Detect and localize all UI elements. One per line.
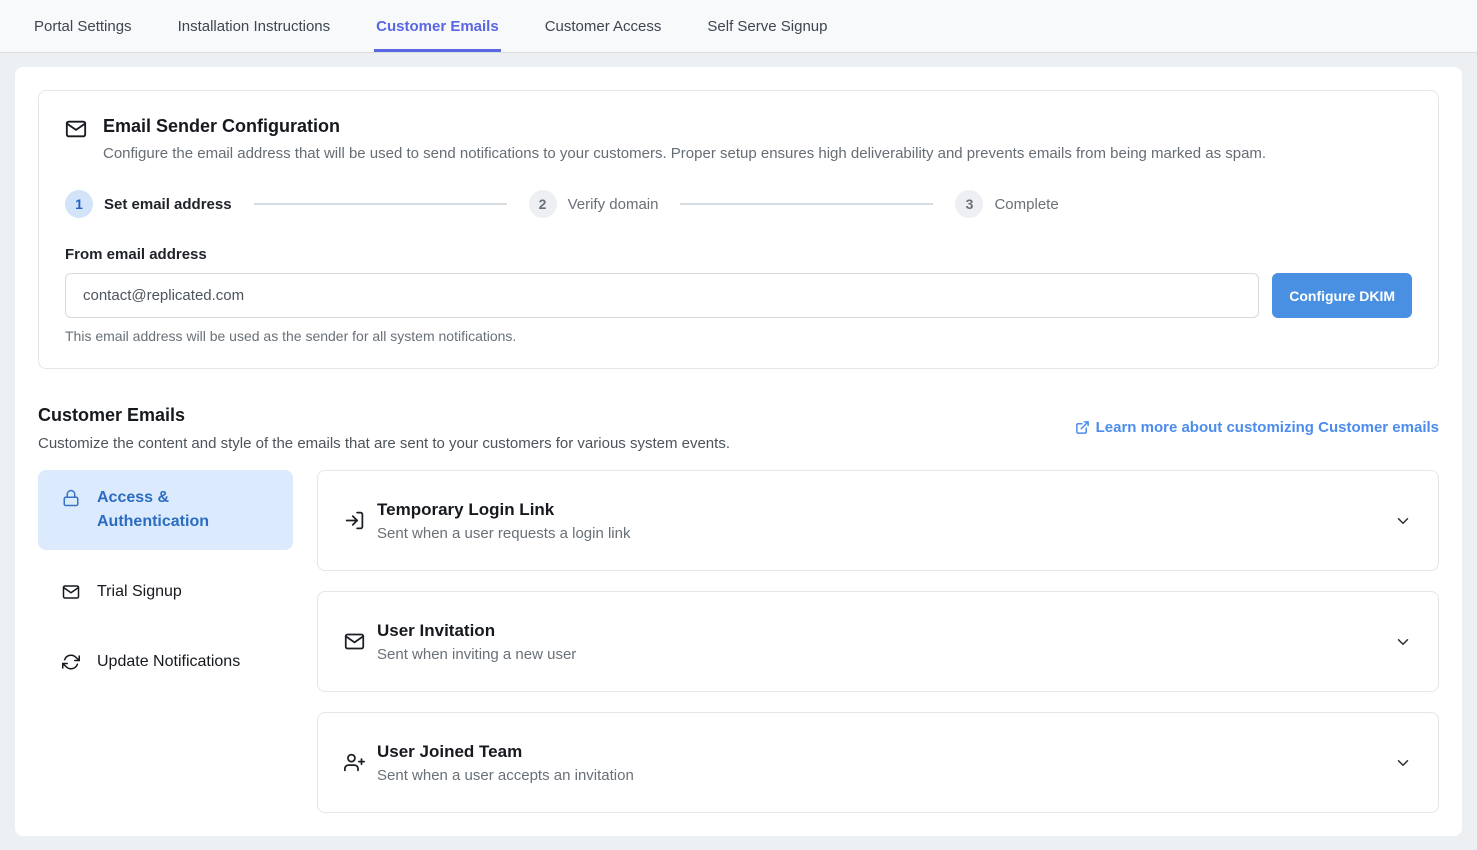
email-categories-sidebar: Access & Authentication Trial Signup Upd… [38,470,293,813]
email-helper-text: This email address will be used as the s… [65,328,1412,344]
mail-icon [65,118,87,164]
tab-customer-access[interactable]: Customer Access [543,0,664,52]
learn-more-label: Learn more about customizing Customer em… [1096,419,1439,436]
step-label: Verify domain [568,196,659,213]
customer-emails-heading: Customer Emails [38,405,730,426]
from-email-input[interactable] [65,273,1259,318]
step-label: Set email address [104,196,232,213]
configure-dkim-button[interactable]: Configure DKIM [1272,273,1412,318]
sidebar-item-update-notifications[interactable]: Update Notifications [38,634,293,690]
step-connector [680,203,933,205]
sidebar-item-access-authentication[interactable]: Access & Authentication [38,470,293,550]
step-number-badge: 2 [529,190,557,218]
sidebar-item-label: Trial Signup [97,580,182,604]
customer-emails-description: Customize the content and style of the e… [38,435,730,452]
lock-icon [62,489,80,507]
login-icon [344,510,365,531]
chevron-down-icon[interactable] [1394,512,1412,530]
sidebar-item-label: Access & Authentication [97,486,273,534]
email-card-user-joined-team[interactable]: User Joined Team Sent when a user accept… [317,712,1439,813]
step-verify-domain: 2 Verify domain [529,190,659,218]
card-title: Email Sender Configuration [103,115,1266,137]
step-connector [254,203,507,205]
tab-customer-emails[interactable]: Customer Emails [374,0,501,52]
card-description: Configure the email address that will be… [103,144,1266,164]
chevron-down-icon[interactable] [1394,754,1412,772]
step-set-email-address: 1 Set email address [65,190,232,218]
step-number-badge: 1 [65,190,93,218]
main-panel: Email Sender Configuration Configure the… [15,67,1462,836]
email-card-temporary-login-link[interactable]: Temporary Login Link Sent when a user re… [317,470,1439,571]
email-card-subtitle: Sent when inviting a new user [377,646,576,663]
email-sender-configuration-card: Email Sender Configuration Configure the… [38,90,1439,369]
email-card-title: User Invitation [377,621,576,641]
step-number-badge: 3 [955,190,983,218]
sidebar-item-label: Update Notifications [97,650,240,674]
external-link-icon [1075,420,1090,435]
email-card-subtitle: Sent when a user requests a login link [377,525,630,542]
sidebar-item-trial-signup[interactable]: Trial Signup [38,564,293,620]
tab-bar: Portal Settings Installation Instruction… [0,0,1477,53]
step-complete: 3 Complete [955,190,1058,218]
mail-icon [62,583,80,601]
learn-more-link[interactable]: Learn more about customizing Customer em… [1075,419,1439,436]
setup-stepper: 1 Set email address 2 Verify domain 3 Co… [65,190,1412,218]
tab-installation-instructions[interactable]: Installation Instructions [176,0,333,52]
email-card-title: Temporary Login Link [377,500,630,520]
chevron-down-icon[interactable] [1394,633,1412,651]
user-plus-icon [344,752,365,773]
from-email-label: From email address [65,246,1412,263]
tab-self-serve-signup[interactable]: Self Serve Signup [705,0,829,52]
email-card-title: User Joined Team [377,742,634,762]
email-card-user-invitation[interactable]: User Invitation Sent when inviting a new… [317,591,1439,692]
mail-icon [344,631,365,652]
email-card-subtitle: Sent when a user accepts an invitation [377,767,634,784]
step-label: Complete [994,196,1058,213]
tab-portal-settings[interactable]: Portal Settings [32,0,134,52]
refresh-icon [62,653,80,671]
